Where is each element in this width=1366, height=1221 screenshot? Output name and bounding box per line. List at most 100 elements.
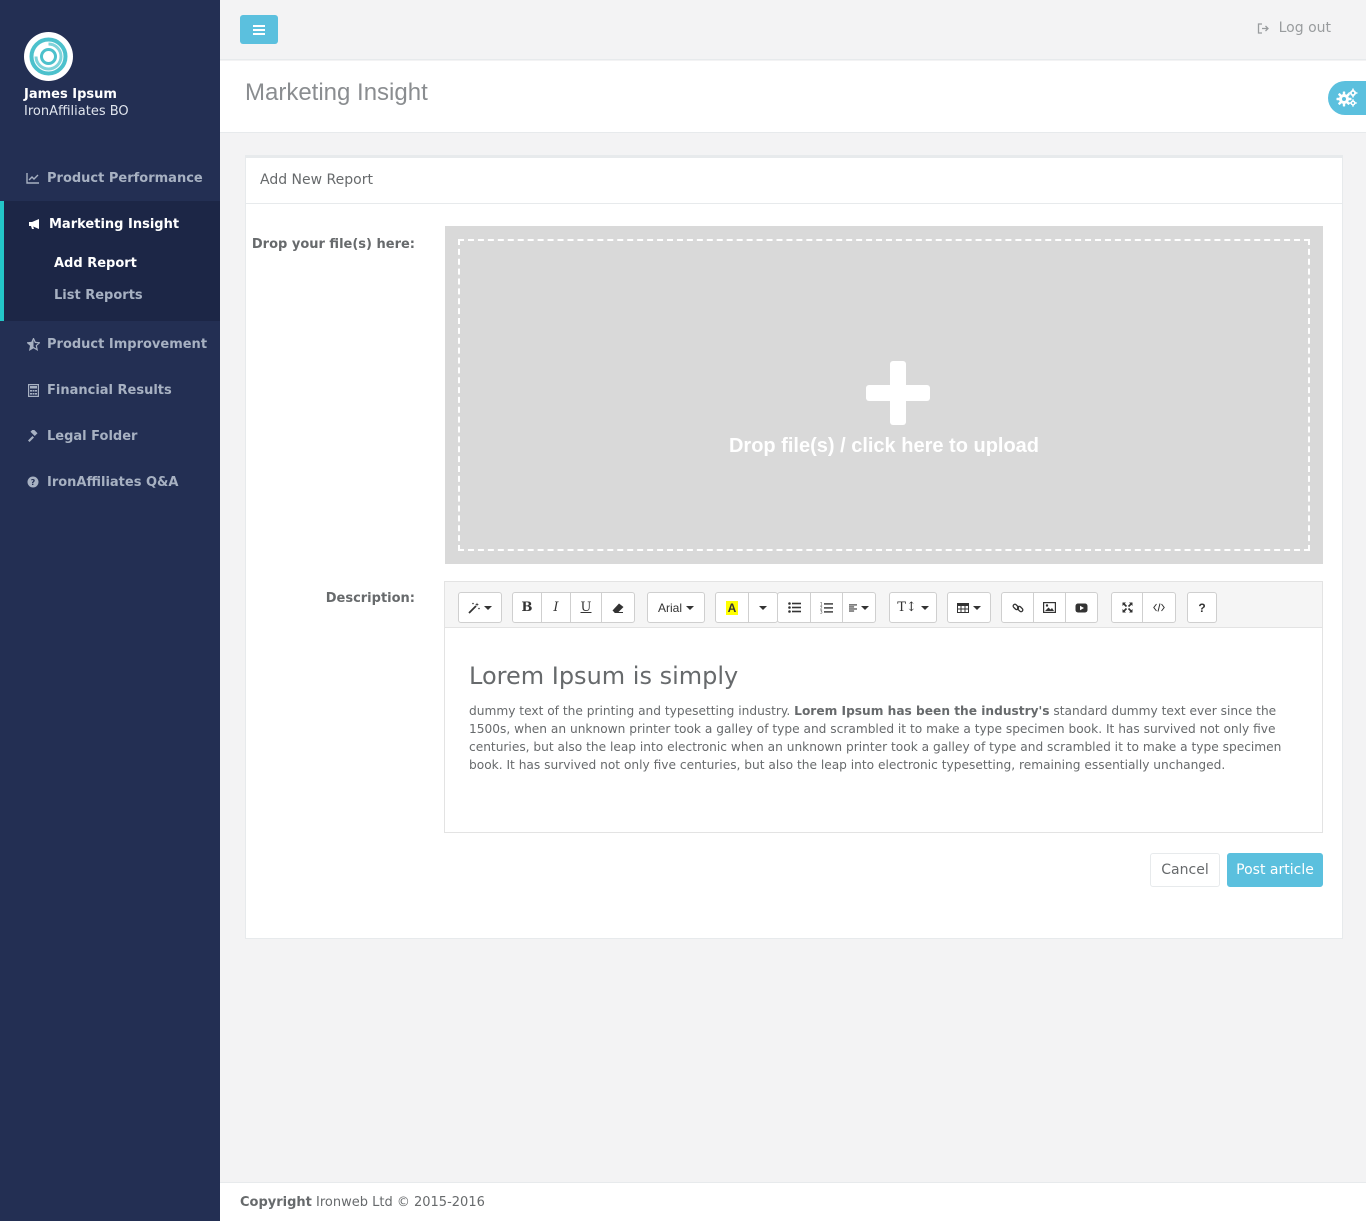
question-circle-icon: ? [26, 475, 40, 489]
list-ol-icon: 123 [820, 602, 833, 614]
align-dropdown-button[interactable] [842, 592, 876, 623]
help-button[interactable]: ? [1187, 592, 1217, 623]
table-icon [957, 602, 969, 613]
italic-button[interactable]: I [541, 592, 571, 623]
page-heading: Marketing Insight [220, 61, 1366, 133]
fullscreen-button[interactable] [1111, 592, 1143, 623]
color-dropdown-button[interactable] [748, 592, 778, 623]
post-article-button[interactable]: Post article [1227, 853, 1323, 887]
link-icon [1012, 603, 1023, 612]
star-half-icon [26, 337, 40, 351]
picture-icon [1043, 602, 1056, 613]
file-dropzone[interactable]: Drop file(s) / click here to upload [445, 226, 1323, 564]
insert-image-button[interactable] [1033, 592, 1066, 623]
insert-group [1001, 592, 1098, 623]
insert-video-button[interactable] [1065, 592, 1098, 623]
profile: James Ipsum IronAffiliates BO [24, 32, 129, 119]
table-dropdown-button[interactable] [947, 592, 991, 623]
text-height-dropdown[interactable]: T↕ [889, 592, 937, 623]
description-label: Description: [325, 591, 415, 606]
style-dropdown-button[interactable] [458, 592, 502, 623]
align-left-icon [849, 603, 857, 612]
sidebar: James Ipsum IronAffiliates BO Product Pe… [0, 0, 220, 1221]
sidebar-item-label: Product Performance [47, 170, 203, 186]
editor-heading: Lorem Ipsum is simply [469, 662, 739, 690]
dropzone-text: Drop file(s) / click here to upload [728, 435, 1040, 457]
font-name-dropdown[interactable]: Arial [647, 592, 705, 623]
view-group [1111, 592, 1176, 623]
bold-button[interactable]: B [512, 592, 542, 623]
svg-text:3: 3 [820, 609, 823, 614]
sidebar-item-marketing-insight[interactable]: Marketing Insight [4, 201, 220, 247]
ordered-list-button[interactable]: 123 [810, 592, 843, 623]
text-height-icon: T↕ [897, 600, 917, 615]
editor-paragraph: dummy text of the printing and typesetti… [469, 702, 1298, 774]
video-play-icon [1075, 603, 1088, 612]
add-report-card: Add New Report Drop your file(s) here: D… [245, 155, 1343, 939]
sidebar-subitem-list-reports[interactable]: List Reports [4, 279, 220, 311]
sidebar-subnav: Add Report List Reports [4, 247, 220, 321]
user-name[interactable]: James Ipsum [24, 87, 129, 102]
help-icon: ? [1198, 600, 1206, 615]
drop-label: Drop your file(s) here: [251, 237, 415, 252]
list-ul-icon [787, 602, 801, 613]
footer: Copyright Ironweb Ltd © 2015-2016 [220, 1182, 1366, 1221]
cancel-button[interactable]: Cancel [1150, 853, 1220, 887]
style-group [458, 592, 502, 623]
help-group: ? [1187, 592, 1217, 623]
sidebar-item-product-improvement[interactable]: Product Improvement [0, 321, 220, 367]
eraser-icon [612, 603, 624, 613]
highlight-letter: A [725, 600, 739, 615]
settings-toggle-button[interactable] [1328, 81, 1366, 115]
sidebar-item-qa[interactable]: ? IronAffiliates Q&A [0, 459, 220, 505]
color-group: A [715, 592, 778, 623]
copyright-text: Ironweb Ltd © 2015-2016 [311, 1195, 485, 1210]
swirl-logo-icon [29, 37, 68, 76]
insert-link-button[interactable] [1001, 592, 1034, 623]
bars-icon [253, 24, 265, 35]
page-title: Marketing Insight [245, 79, 428, 106]
menu-toggle-button[interactable] [240, 15, 278, 44]
topbar: Log out [220, 0, 1366, 60]
font-style-group: B I U [512, 592, 635, 623]
table-group [947, 592, 991, 623]
rich-text-editor: B I U Arial A 1 2 3 T↕ ? Lorem Ipsum is … [444, 581, 1323, 833]
sidebar-subitem-add-report[interactable]: Add Report [4, 247, 220, 279]
logout-label: Log out [1278, 20, 1331, 36]
editor-text-before: dummy text of the printing and typesetti… [469, 704, 795, 718]
underline-button[interactable]: U [570, 592, 602, 623]
logo[interactable] [24, 32, 73, 81]
dropzone-border: Drop file(s) / click here to upload [458, 239, 1310, 551]
editor-content[interactable]: Lorem Ipsum is simply dummy text of the … [445, 628, 1322, 774]
editor-toolbar: B I U Arial A 1 2 3 T↕ ? [445, 582, 1322, 628]
sidebar-item-legal-folder[interactable]: Legal Folder [0, 413, 220, 459]
editor-text-bold: Lorem Ipsum has been the industry's [794, 704, 1050, 718]
magic-wand-icon [468, 602, 480, 614]
highlight-color-button[interactable]: A [715, 592, 749, 623]
code-view-button[interactable] [1142, 592, 1176, 623]
user-org: IronAffiliates BO [24, 104, 129, 119]
sidebar-group-marketing-insight: Marketing Insight Add Report List Report… [0, 201, 220, 321]
copyright-label: Copyright [240, 1195, 312, 1210]
bullhorn-icon [28, 217, 42, 231]
sidebar-item-label: IronAffiliates Q&A [47, 474, 179, 490]
clear-format-button[interactable] [601, 592, 635, 623]
unordered-list-button[interactable] [777, 592, 811, 623]
sidebar-item-financial-results[interactable]: Financial Results [0, 367, 220, 413]
sidebar-item-label: Marketing Insight [49, 216, 180, 232]
sidebar-item-label: Legal Folder [47, 428, 138, 444]
gears-icon [1336, 88, 1358, 107]
sidebar-item-product-performance[interactable]: Product Performance [0, 155, 220, 201]
sidebar-nav: Product Performance Marketing Insight Ad… [0, 155, 220, 505]
card-title: Add New Report [246, 158, 1342, 204]
code-icon [1153, 603, 1165, 612]
paragraph-group: 123 [777, 592, 876, 623]
font-name-label: Arial [657, 600, 682, 615]
calculator-icon [26, 383, 40, 397]
svg-text:?: ? [31, 478, 36, 487]
logout-link[interactable]: Log out [1257, 20, 1331, 36]
sidebar-item-label: Financial Results [47, 382, 172, 398]
gavel-icon [26, 429, 40, 443]
sidebar-item-label: Product Improvement [47, 336, 208, 352]
font-name-group: Arial [647, 592, 705, 623]
